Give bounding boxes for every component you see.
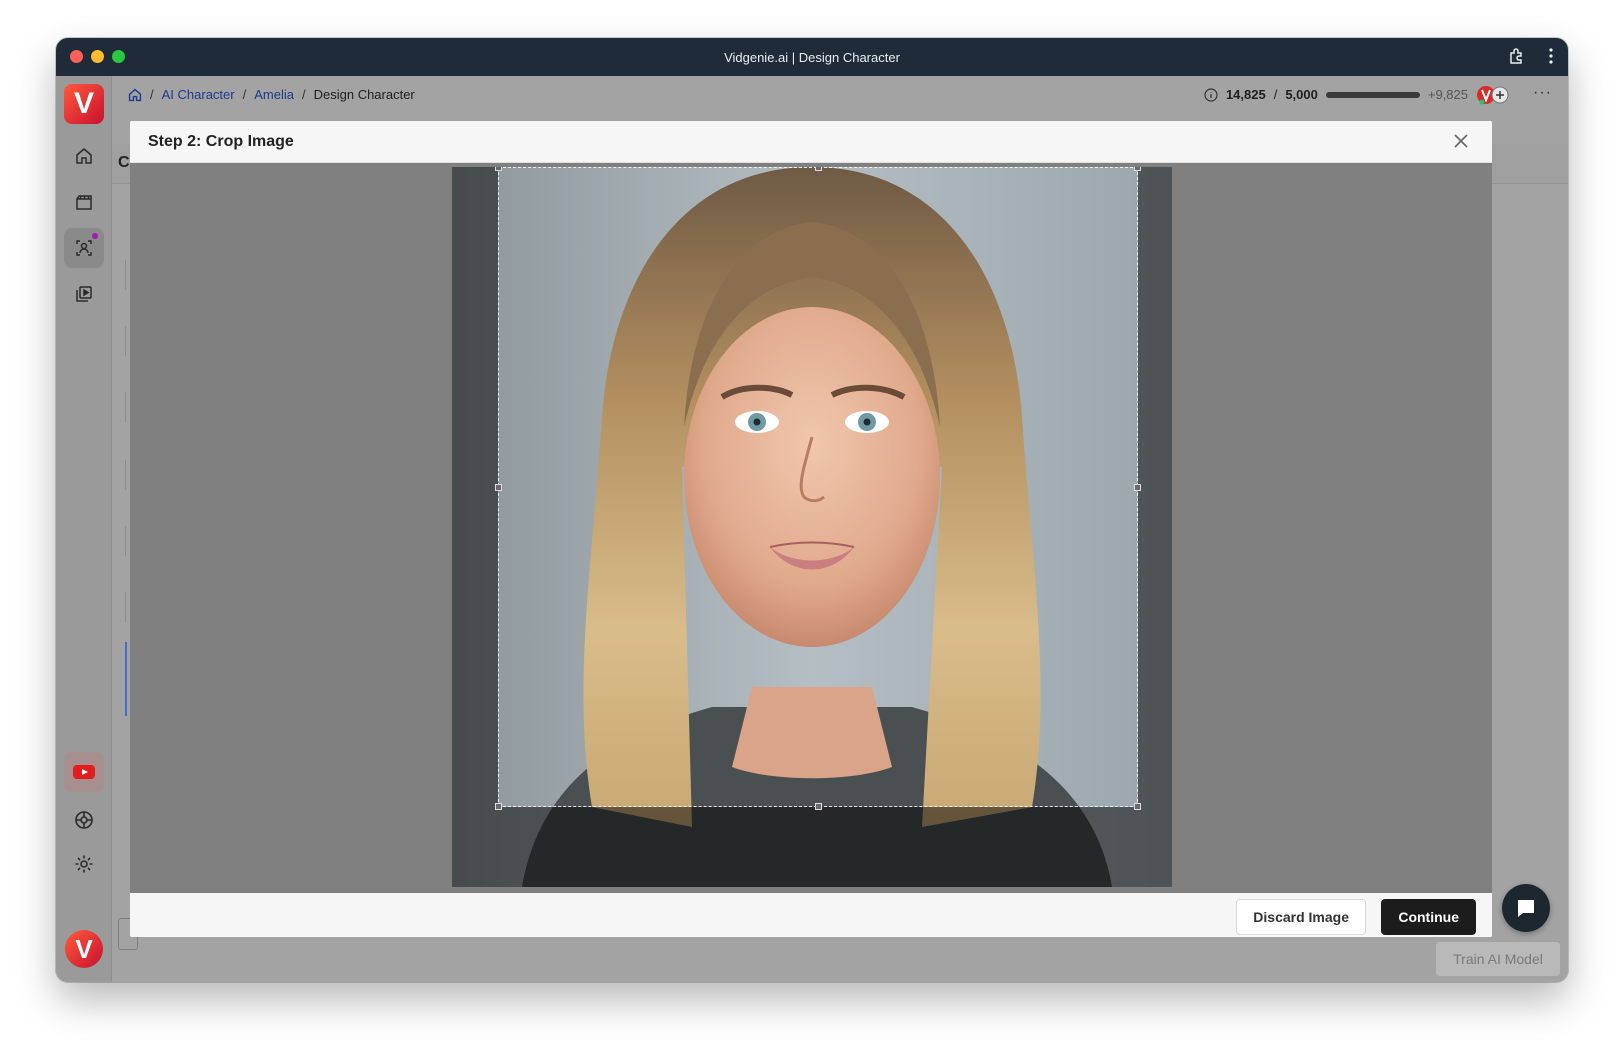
sidebar-item-support[interactable] <box>64 800 104 840</box>
info-icon[interactable] <box>1204 87 1218 102</box>
crop-mask-right <box>1138 167 1172 887</box>
sidebar-item-settings[interactable] <box>64 844 104 884</box>
titlebar-actions <box>1508 47 1554 65</box>
crop-handle-n[interactable] <box>815 167 822 171</box>
breadcrumb-amelia[interactable]: Amelia <box>254 87 294 102</box>
gear-icon <box>75 855 93 873</box>
portrait-photo <box>452 167 1172 887</box>
more-options-icon[interactable]: ··· <box>1533 84 1552 102</box>
sidebar-item-library[interactable] <box>64 274 104 314</box>
train-ai-model-button: Train AI Model <box>1436 942 1560 976</box>
credits-meter: 14,825 / 5,000 +9,825 <box>1204 87 1468 102</box>
top-nav: / AI Character / Amelia / Design Charact… <box>112 76 1568 114</box>
modal-footer: Discard Image Continue <box>130 893 1492 937</box>
account-chip[interactable] <box>1476 84 1510 106</box>
breadcrumb-separator: / <box>150 87 154 102</box>
modal-title: Step 2: Crop Image <box>148 133 294 150</box>
crop-mask-bottom <box>498 807 1138 887</box>
background-section-title: C <box>118 154 130 171</box>
chat-widget-button[interactable] <box>1502 884 1550 932</box>
brand-logo[interactable]: V <box>64 84 104 124</box>
crop-handle-w[interactable] <box>495 484 502 491</box>
crop-canvas[interactable] <box>130 163 1492 893</box>
sidebar-item-home[interactable] <box>64 136 104 176</box>
video-library-icon <box>76 286 92 302</box>
breadcrumb-ai-character[interactable]: AI Character <box>162 87 235 102</box>
chat-icon <box>1518 900 1534 917</box>
credits-total: 5,000 <box>1285 87 1318 102</box>
breadcrumb: / AI Character / Amelia / Design Charact… <box>128 87 415 102</box>
minimize-window-button[interactable] <box>91 50 104 63</box>
window-title: Vidgenie.ai | Design Character <box>724 49 900 65</box>
youtube-icon <box>73 765 95 779</box>
breadcrumb-separator: / <box>301 87 306 102</box>
credits-progress-bar <box>1325 91 1420 98</box>
avatar-letter: V <box>75 933 93 964</box>
crop-selection[interactable] <box>495 167 1141 810</box>
crop-handle-sw[interactable] <box>495 803 502 810</box>
extensions-icon[interactable] <box>1508 47 1526 65</box>
maximize-window-button[interactable] <box>112 50 125 63</box>
credits-extra: +9,825 <box>1427 87 1468 102</box>
credits-progress-fill <box>1325 91 1420 98</box>
modal-header: Step 2: Crop Image <box>130 121 1492 163</box>
sidebar-item-videos[interactable] <box>64 182 104 222</box>
crop-handle-se[interactable] <box>1134 803 1141 810</box>
crop-handle-e[interactable] <box>1134 484 1141 491</box>
sidebar-item-youtube[interactable] <box>64 752 104 792</box>
breadcrumb-current: Design Character <box>313 87 415 102</box>
title-bar: Vidgenie.ai | Design Character <box>56 38 1568 76</box>
close-icon[interactable] <box>1452 132 1470 155</box>
notification-dot <box>92 233 98 239</box>
logo-letter: V <box>73 87 94 120</box>
crop-handle-ne[interactable] <box>1134 167 1141 171</box>
ai-character-icon <box>76 240 92 256</box>
support-icon <box>75 811 93 829</box>
discard-image-button[interactable]: Discard Image <box>1236 899 1366 935</box>
sidebar-item-ai-character[interactable] <box>64 228 104 268</box>
home-icon <box>76 148 92 164</box>
kebab-menu-icon[interactable] <box>1548 47 1554 65</box>
credits-divider: / <box>1273 87 1278 102</box>
credits-used: 14,825 <box>1225 87 1266 102</box>
continue-button[interactable]: Continue <box>1381 899 1476 935</box>
window-controls <box>70 50 125 63</box>
breadcrumb-separator: / <box>242 87 247 102</box>
user-avatar[interactable]: V <box>65 930 103 968</box>
crop-handle-nw[interactable] <box>495 167 502 171</box>
sidebar: V V <box>56 76 112 982</box>
crop-handle-s[interactable] <box>815 803 822 810</box>
clapperboard-icon <box>76 195 92 210</box>
crop-image-modal: Step 2: Crop Image Discard Image Continu… <box>130 121 1492 937</box>
close-window-button[interactable] <box>70 50 83 63</box>
home-icon[interactable] <box>128 88 142 102</box>
crop-mask-left <box>452 167 498 887</box>
